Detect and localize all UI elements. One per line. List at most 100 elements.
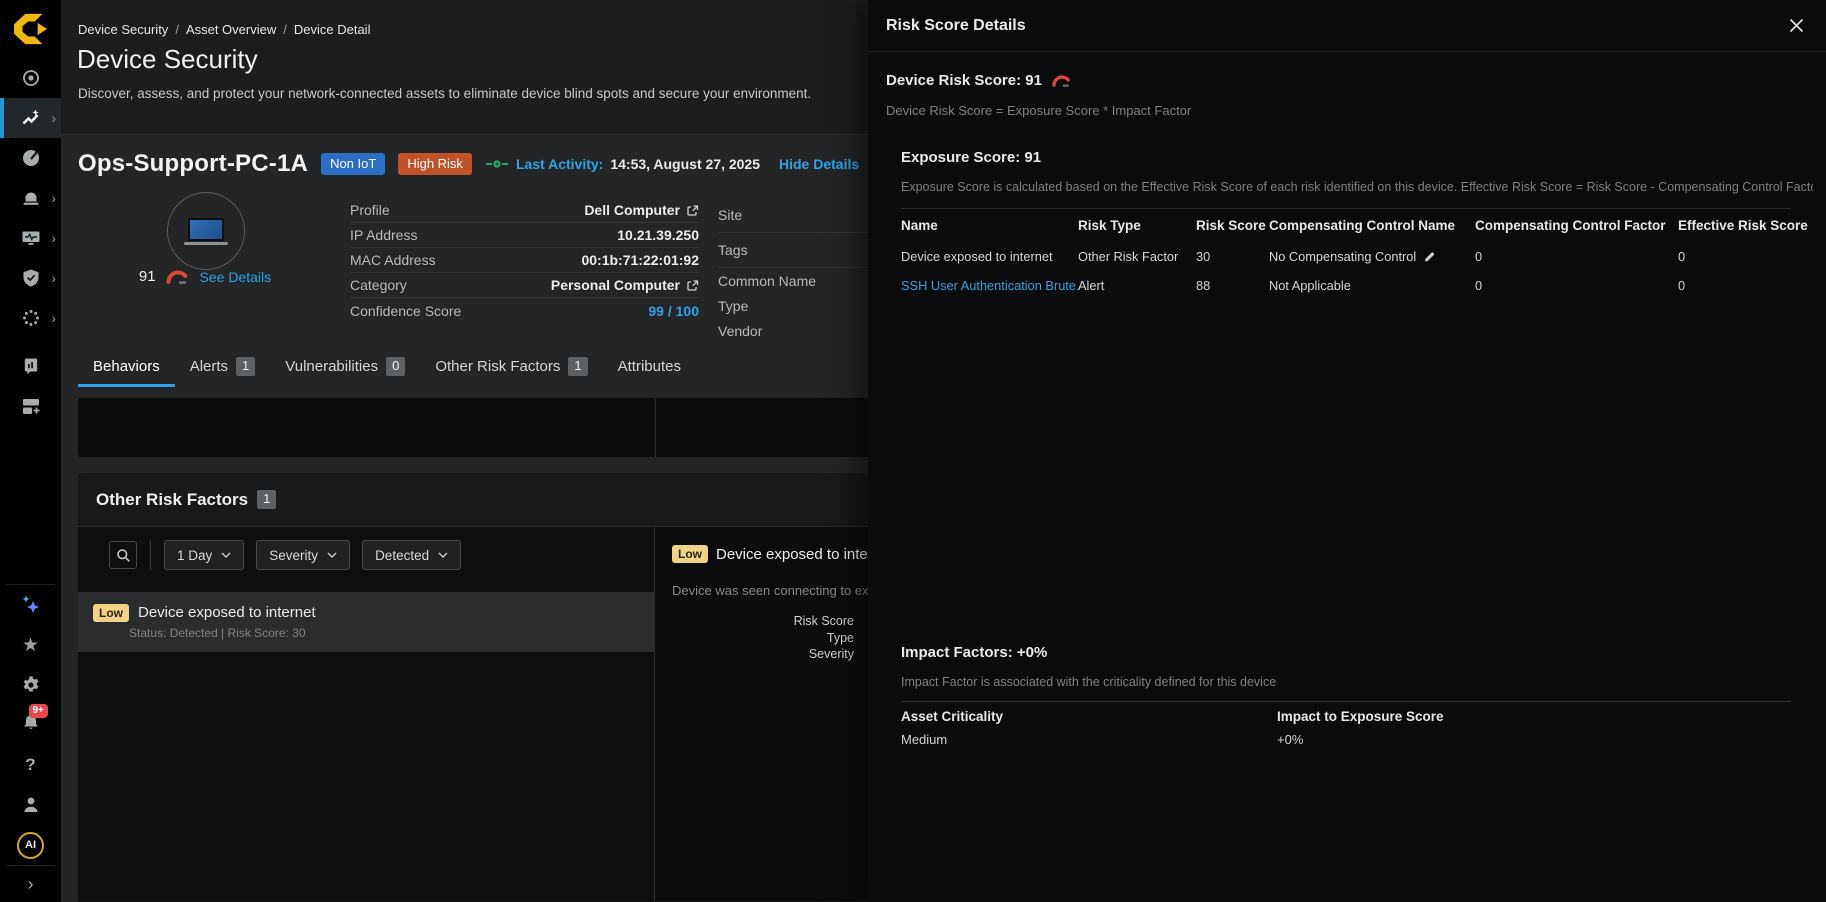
see-details-link[interactable]: See Details: [200, 269, 272, 285]
search-button[interactable]: [109, 541, 137, 569]
sidebar: › › ›: [0, 0, 61, 902]
hide-details-link[interactable]: Hide Details: [779, 156, 859, 172]
sidebar-item-dashboard[interactable]: [0, 138, 61, 178]
cell-control-factor: 0: [1475, 278, 1678, 293]
device-header: Ops-Support-PC-1A Non IoT High Risk Last…: [78, 150, 859, 178]
sidebar-item-discover[interactable]: [0, 58, 61, 98]
sidebar-item-settings[interactable]: [0, 665, 61, 705]
radar-icon: [21, 68, 41, 88]
last-activity-label: Last Activity:: [516, 156, 603, 172]
risk-factor-list-pane: 1 Day Severity Detected: [78, 527, 655, 901]
tab-vulnerabilities[interactable]: Vulnerabilities 0: [270, 348, 420, 385]
sidebar-item-monitoring[interactable]: ›: [0, 218, 61, 258]
blocks-add-icon: [21, 396, 41, 416]
main-content: Device Security / Asset Overview / Devic…: [61, 0, 868, 902]
breadcrumb: Device Security / Asset Overview / Devic…: [78, 22, 370, 37]
risk-factor-list-item[interactable]: Low Device exposed to internet Status: D…: [78, 592, 655, 652]
activity-status-icon: [485, 159, 509, 169]
detail-label-risk-score: Risk Score: [656, 613, 854, 630]
section-title: Other Risk Factors: [96, 490, 248, 510]
risk-score-formula: Device Risk Score = Exposure Score * Imp…: [886, 103, 1191, 118]
profile-value-link[interactable]: Dell Computer: [584, 202, 680, 218]
device-side-fields: Site Tags Common Name Type Vendor: [718, 198, 868, 343]
sidebar-item-integrations[interactable]: [0, 386, 61, 426]
external-link-icon[interactable]: [686, 204, 699, 217]
cell-effective-score: 0: [1678, 249, 1813, 264]
field-label: Confidence Score: [350, 303, 461, 319]
field-label-common-name: Common Name: [718, 268, 868, 293]
tab-attributes[interactable]: Attributes: [603, 348, 696, 385]
external-link-icon[interactable]: [686, 279, 699, 292]
sidebar-item-account[interactable]: [0, 785, 61, 825]
star-icon: ★: [22, 634, 39, 657]
sidebar-item-processes[interactable]: ›: [0, 298, 61, 338]
cell-control-factor: 0: [1475, 249, 1678, 264]
search-icon: [116, 548, 131, 563]
detail-label-severity: Severity: [656, 646, 854, 663]
exposure-score-description: Exposure Score is calculated based on th…: [901, 180, 1813, 194]
field-label-vendor: Vendor: [718, 318, 868, 343]
sidebar-item-alerts[interactable]: ›: [0, 178, 61, 218]
chevron-right-icon: ›: [51, 311, 56, 325]
breadcrumb-item-asset-overview[interactable]: Asset Overview: [186, 22, 276, 37]
severity-badge: Low: [672, 545, 708, 563]
cell-risk-type: Other Risk Factor: [1078, 249, 1196, 264]
device-type-badge: Non IoT: [321, 153, 385, 175]
sidebar-item-ai-assistant[interactable]: AI: [0, 825, 61, 865]
sidebar-collapse-button[interactable]: ›: [0, 866, 61, 902]
chevron-down-icon: [438, 552, 448, 558]
help-icon: ?: [25, 755, 35, 775]
sidebar-item-reports[interactable]: [0, 346, 61, 386]
detail-description: Device was seen connecting to extern: [672, 583, 891, 598]
confidence-score-value[interactable]: 99 / 100: [648, 303, 699, 319]
field-row-mac: MAC Address 00:1b:71:22:01:92: [350, 248, 699, 273]
last-activity-value: 14:53, August 27, 2025: [610, 156, 760, 172]
panel-title: Risk Score Details: [886, 17, 1026, 35]
device-name: Ops-Support-PC-1A: [78, 150, 308, 178]
sidebar-item-help[interactable]: ?: [0, 745, 61, 785]
ai-assistant-icon: AI: [17, 832, 44, 859]
detail-field-labels: Risk Score Type Severity: [656, 613, 854, 663]
tab-alerts[interactable]: Alerts 1: [175, 348, 271, 385]
field-label: MAC Address: [350, 252, 436, 268]
impact-table-header: Asset Criticality Impact to Exposure Sco…: [901, 709, 1813, 724]
panel-header: Risk Score Details: [868, 0, 1826, 52]
device-tabs: Behaviors Alerts 1 Vulnerabilities 0 Oth…: [78, 348, 696, 385]
cell-name-link[interactable]: SSH User Authentication Brute...: [901, 278, 1078, 293]
cell-risk-type: Alert: [1078, 278, 1196, 293]
severity-dropdown[interactable]: Severity: [256, 540, 350, 570]
sidebar-item-device-security[interactable]: ›: [0, 98, 61, 138]
sidebar-item-favorites[interactable]: ★: [0, 625, 61, 665]
report-icon: [21, 356, 41, 376]
ip-address-value: 10.21.39.250: [617, 227, 699, 243]
tab-behaviors[interactable]: Behaviors: [78, 348, 175, 385]
col-effective-score: Effective Risk Score: [1678, 218, 1813, 233]
sidebar-item-ai-copilot[interactable]: [0, 585, 61, 625]
impact-factors-description: Impact Factor is associated with the cri…: [901, 675, 1276, 689]
category-value-link[interactable]: Personal Computer: [551, 277, 680, 293]
chevron-right-icon: ›: [51, 231, 56, 245]
sidebar-nav-top: › › ›: [0, 58, 61, 426]
close-button[interactable]: [1789, 18, 1804, 33]
tab-other-risk-factors[interactable]: Other Risk Factors 1: [420, 348, 602, 385]
exposure-table-header: Name Risk Type Risk Score Compensating C…: [901, 218, 1813, 233]
exposure-table-row: SSH User Authentication Brute... Alert 8…: [901, 278, 1813, 293]
divider: [901, 208, 1791, 209]
field-row-confidence: Confidence Score 99 / 100: [350, 298, 699, 323]
sidebar-item-policies[interactable]: ›: [0, 258, 61, 298]
chevron-right-icon: ›: [51, 271, 56, 285]
field-label: IP Address: [350, 227, 417, 243]
time-range-dropdown[interactable]: 1 Day: [164, 540, 244, 570]
field-label-tags: Tags: [718, 233, 868, 268]
device-security-app: › › ›: [0, 0, 1826, 902]
edit-pencil-icon[interactable]: [1423, 250, 1436, 263]
divider: [901, 701, 1791, 702]
sidebar-item-notifications[interactable]: 9+: [0, 705, 61, 745]
col-asset-criticality: Asset Criticality: [901, 709, 1277, 724]
laptop-image: [188, 218, 224, 241]
last-activity: Last Activity: 14:53, August 27, 2025: [485, 156, 760, 172]
status-dropdown[interactable]: Detected: [362, 540, 461, 570]
breadcrumb-item-device-security[interactable]: Device Security: [78, 22, 168, 37]
app-logo[interactable]: [0, 0, 61, 58]
field-label-site: Site: [718, 198, 868, 233]
